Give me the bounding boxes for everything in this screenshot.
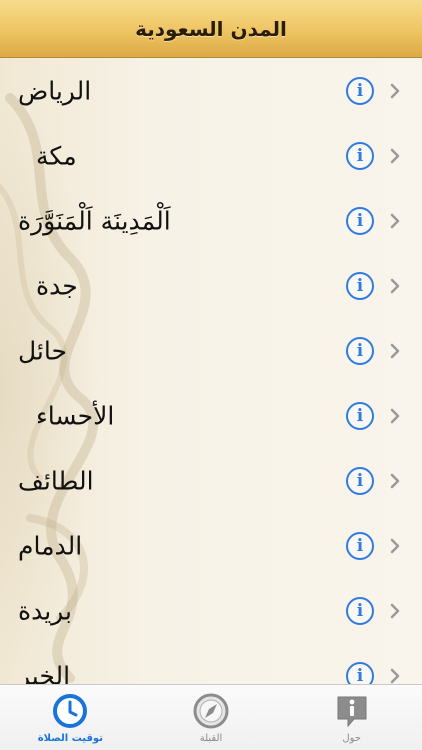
city-name: مكة	[36, 141, 77, 170]
city-name: الرياض	[18, 76, 92, 105]
city-row-hail[interactable]: حائل i	[0, 318, 422, 383]
city-row-khobar[interactable]: الخبر i	[0, 643, 422, 684]
info-icon[interactable]: i	[346, 271, 374, 300]
city-name: الخبر	[18, 661, 71, 684]
chevron-right-icon	[390, 83, 400, 98]
tab-qibla[interactable]: القبلة	[141, 685, 282, 750]
city-row-taif[interactable]: الطائف i	[0, 448, 422, 513]
compass-icon	[193, 693, 229, 729]
tab-prayer-times[interactable]: توقيت الصلاة	[0, 685, 141, 750]
city-name: الدمام	[18, 531, 83, 560]
city-list[interactable]: الرياض i مكة i اَلْمَدِينَة اَلْمَنَوَّر…	[0, 58, 422, 684]
tab-label: حول	[342, 733, 361, 744]
info-icon[interactable]: i	[346, 466, 374, 495]
info-bubble-icon	[337, 696, 367, 728]
info-icon[interactable]: i	[346, 336, 374, 365]
chevron-right-icon	[390, 213, 400, 228]
city-row-riyadh[interactable]: الرياض i	[0, 58, 422, 123]
tab-label: القبلة	[199, 733, 223, 744]
info-icon[interactable]: i	[346, 141, 374, 170]
city-row-makkah[interactable]: مكة i	[0, 123, 422, 188]
city-row-buraydah[interactable]: بريدة i	[0, 578, 422, 643]
city-name: حائل	[18, 336, 67, 365]
info-icon[interactable]: i	[346, 76, 374, 105]
city-name: جدة	[36, 271, 78, 300]
info-icon[interactable]: i	[346, 596, 374, 625]
info-icon[interactable]: i	[346, 206, 374, 235]
page-title: المدن السعودية	[135, 16, 287, 41]
tab-about[interactable]: حول	[281, 685, 422, 750]
chevron-right-icon	[390, 473, 400, 488]
chevron-right-icon	[390, 408, 400, 423]
city-row-jeddah[interactable]: جدة i	[0, 253, 422, 318]
city-row-ahsa[interactable]: الأحساء i	[0, 383, 422, 448]
chevron-right-icon	[390, 603, 400, 618]
chevron-right-icon	[390, 538, 400, 553]
city-name: بريدة	[18, 596, 72, 625]
navigation-bar: المدن السعودية	[0, 0, 422, 58]
tab-bar: توقيت الصلاة القبلة حول	[0, 684, 422, 750]
city-row-dammam[interactable]: الدمام i	[0, 513, 422, 578]
tab-label: توقيت الصلاة	[37, 733, 103, 744]
info-icon[interactable]: i	[346, 401, 374, 430]
city-name: الأحساء	[36, 401, 115, 430]
chevron-right-icon	[390, 148, 400, 163]
city-name: الطائف	[18, 466, 94, 495]
clock-icon	[53, 694, 88, 728]
chevron-right-icon	[390, 278, 400, 293]
info-icon[interactable]: i	[346, 661, 374, 684]
city-row-madinah[interactable]: اَلْمَدِينَة اَلْمَنَوَّرَة i	[0, 188, 422, 253]
chevron-right-icon	[390, 343, 400, 358]
info-icon[interactable]: i	[346, 531, 374, 560]
city-name: اَلْمَدِينَة اَلْمَنَوَّرَة	[18, 206, 171, 235]
chevron-right-icon	[390, 668, 400, 683]
